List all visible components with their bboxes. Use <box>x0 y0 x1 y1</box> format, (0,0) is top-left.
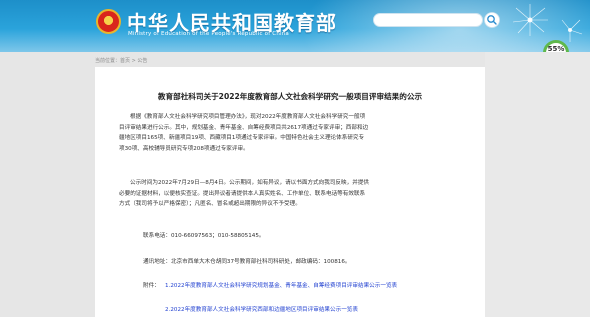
attachment-label: 附件： <box>143 283 160 289</box>
right-sidebar <box>485 52 590 317</box>
article-panel: 教育部社科司关于2022年度教育部人文社会科学研究一般项目评审结果的公示 根据《… <box>95 67 485 317</box>
national-emblem-icon <box>96 9 121 34</box>
article-paragraph-1: 根据《教育部人文社会科学研究项目管理办法》，现对2022年度教育部人文社会科学研… <box>119 114 369 152</box>
article-paragraph-2: 公示时间为2022年7月29日—8月4日。公示期间，如有异议，请以书面方式向我司… <box>119 180 370 207</box>
article-title: 教育部社科司关于2022年度教育部人文社会科学研究一般项目评审结果的公示 <box>157 92 423 101</box>
search-icon[interactable] <box>484 12 500 28</box>
contact-phone: 联系电话：010-66097563；010-58805145。 <box>143 233 265 239</box>
breadcrumb[interactable]: 当前位置：首页 > 公告 <box>95 57 147 64</box>
site-header: 中华人民共和国教育部 Ministry of Education of the … <box>0 0 590 52</box>
attachment-link-1[interactable]: 1.2022年度教育部人文社会科学研究规划基金、青年基金、自筹经费项目评审结果公… <box>165 281 397 289</box>
attachment-link-2[interactable]: 2.2022年度教育部人文社会科学研究西部和边疆地区项目评审结果公示一览表 <box>165 305 358 313</box>
search-input[interactable] <box>373 13 483 27</box>
contact-address: 通讯地址：北京市西单大木仓胡同37号教育部社科司科研处，邮政编码：100816。 <box>143 259 351 265</box>
site-subtitle: Ministry of Education of the People's Re… <box>128 31 289 37</box>
